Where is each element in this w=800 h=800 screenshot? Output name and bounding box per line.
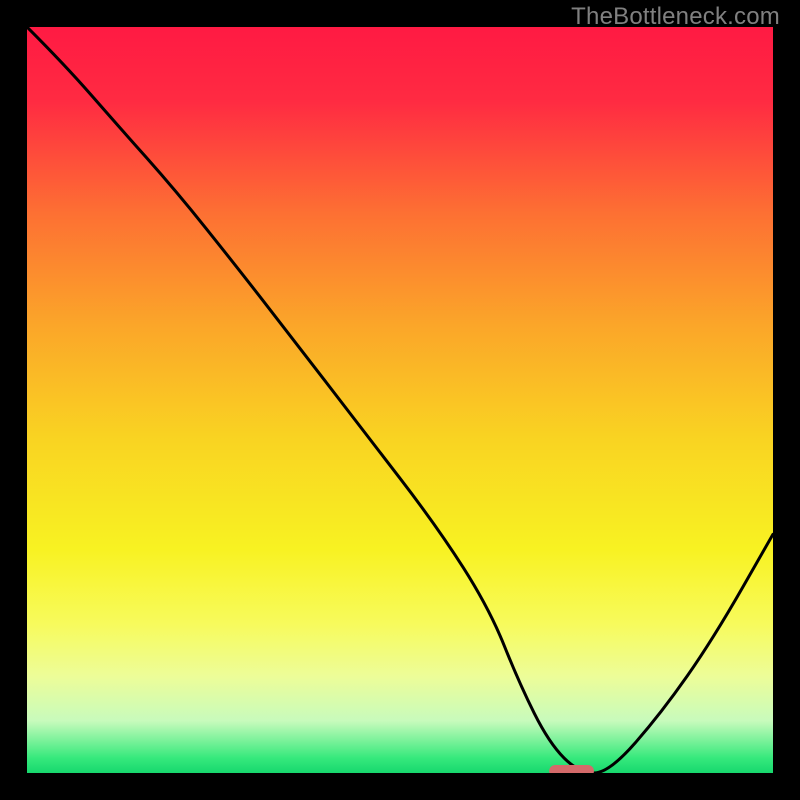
watermark-text: TheBottleneck.com — [571, 3, 780, 31]
chart-plot — [27, 27, 773, 773]
chart-frame: TheBottleneck.com — [0, 0, 800, 800]
optimal-marker — [549, 765, 594, 773]
chart-background — [27, 27, 773, 773]
